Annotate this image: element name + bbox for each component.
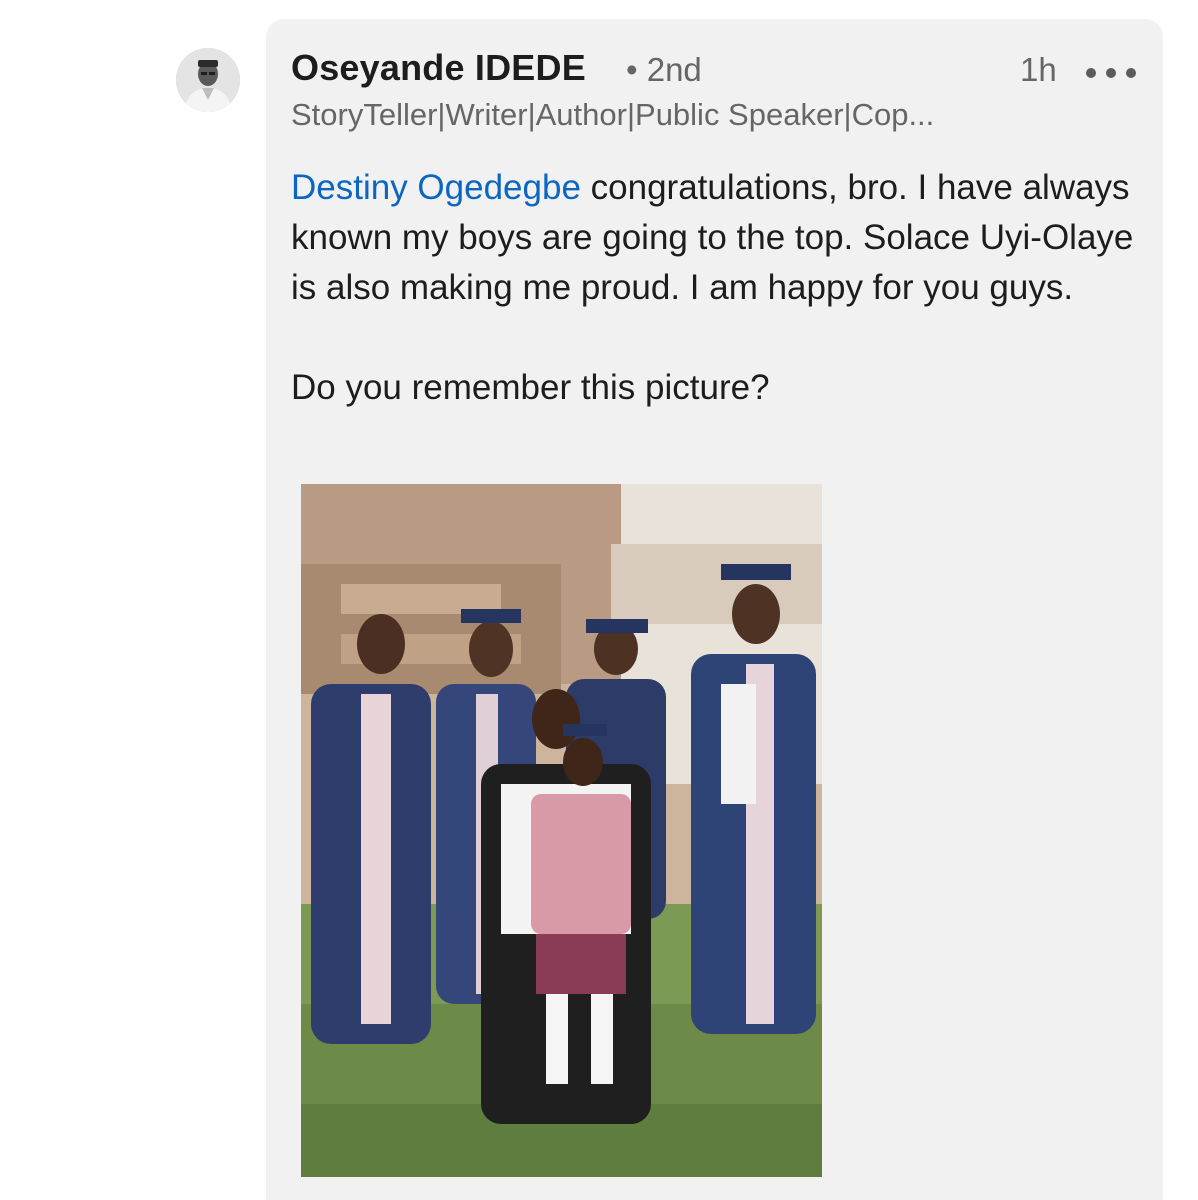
mention-link[interactable]: Destiny Ogedegbe xyxy=(291,168,581,207)
comment-timestamp: 1h xyxy=(1020,51,1057,88)
author-headline: StoryTeller|Writer|Author|Public Speaker… xyxy=(291,97,935,132)
ellipsis-icon-dot xyxy=(1106,68,1116,78)
attached-photo[interactable] xyxy=(301,484,822,1177)
comment-paragraph-1: Destiny Ogedegbe congratulations, bro. I… xyxy=(291,163,1141,313)
author-name[interactable]: Oseyande IDEDE xyxy=(291,47,586,89)
comment-body: Destiny Ogedegbe congratulations, bro. I… xyxy=(291,163,1141,413)
ellipsis-icon xyxy=(1086,68,1096,78)
graduation-photo xyxy=(301,484,822,1177)
avatar-photo xyxy=(176,48,240,112)
author-avatar[interactable] xyxy=(176,48,240,112)
more-options-button[interactable] xyxy=(1086,58,1136,88)
ellipsis-icon-dot xyxy=(1126,68,1136,78)
comment-paragraph-2: Do you remember this picture? xyxy=(291,368,770,407)
comment-thread: Oseyande IDEDE • 2nd 1h StoryTeller|Writ… xyxy=(0,0,1198,1200)
connection-degree: • 2nd xyxy=(626,51,702,88)
